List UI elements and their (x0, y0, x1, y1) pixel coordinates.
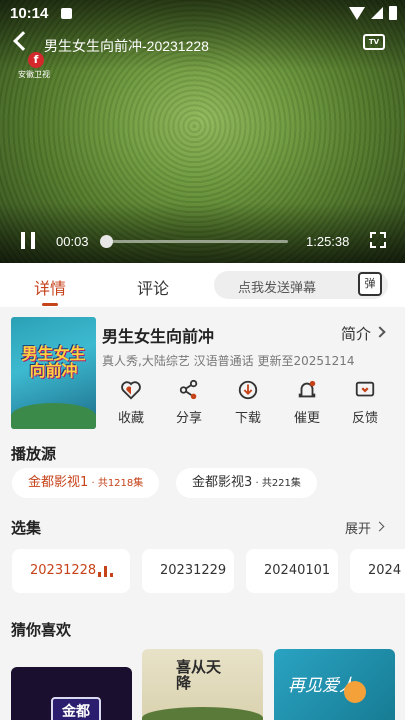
episodes-heading: 选集 (11, 519, 42, 537)
channel-logo-mark: f (28, 52, 44, 68)
source-option-2[interactable]: 金都影视3 · 共221集 (176, 468, 317, 498)
danmu-placeholder: 点我发送弹幕 (238, 281, 317, 296)
source-name: 金都影视1 (28, 475, 89, 490)
video-player[interactable]: 10:14 男生女生向前冲-20231228 TV f 安徽卫视 00:03 1… (0, 0, 405, 263)
channel-logo-text: 安徽卫视 (18, 70, 50, 79)
tab-comments[interactable]: 评论 (137, 275, 169, 299)
episode-label: 2024 (368, 563, 402, 578)
seek-handle[interactable] (99, 235, 113, 248)
source-count: · 共221集 (252, 478, 301, 489)
share-icon (179, 379, 198, 400)
episode-item[interactable]: 2024 (350, 549, 405, 593)
poster-title: 男生女生向前冲 (21, 344, 86, 380)
feedback-label: 反馈 (351, 411, 378, 426)
share-button[interactable]: 分享 (164, 379, 214, 426)
episode-label: 20231229 (160, 563, 227, 578)
recommend-heading: 猜你喜欢 (11, 621, 72, 639)
recommend-card[interactable]: 喜从天降 (142, 649, 263, 720)
tab-bar: 详情 评论 点我发送弹幕 弹 (0, 263, 405, 307)
tab-indicator (42, 303, 58, 306)
danmu-input[interactable]: 点我发送弹幕 弹 (214, 271, 388, 299)
feedback-icon (355, 381, 375, 397)
bell-icon (298, 380, 316, 398)
detail-panel: 详情 评论 点我发送弹幕 弹 男生女生向前冲 男生女生向前冲 简介 真人秀,大陆… (0, 263, 405, 720)
tab-details[interactable]: 详情 (34, 275, 66, 299)
favorite-button[interactable]: 收藏 (106, 379, 156, 426)
episode-label: 20231228 (30, 563, 97, 578)
danmu-toggle-icon[interactable]: 弹 (358, 272, 382, 296)
playing-indicator-icon (98, 565, 114, 577)
favorite-label: 收藏 (117, 411, 144, 426)
battery-icon (389, 6, 397, 20)
notification-icon (61, 8, 72, 19)
feedback-button[interactable]: 反馈 (340, 379, 390, 426)
recommend-card[interactable]: 金都 (11, 667, 132, 720)
cast-tv-icon[interactable]: TV (363, 34, 385, 50)
app-screen: 10:14 男生女生向前冲-20231228 TV f 安徽卫视 00:03 1… (0, 0, 405, 720)
episode-label: 20240101 (264, 563, 331, 578)
show-title: 男生女生向前冲 (102, 327, 215, 346)
episode-item[interactable]: 20231229 (142, 549, 234, 593)
recommend-card-title: 金都 (51, 697, 101, 720)
player-top-bar: 男生女生向前冲-20231228 TV (0, 31, 405, 58)
status-bar: 10:14 (0, 0, 405, 28)
recommend-card-title: 喜从天降 (176, 658, 222, 692)
chevron-right-icon[interactable] (374, 521, 385, 532)
show-meta: 真人秀,大陆综艺 汉语普通话 更新至20251214 (102, 354, 355, 368)
source-count: · 共1218集 (88, 478, 144, 489)
wifi-icon (349, 6, 365, 20)
expand-episodes-link[interactable]: 展开 (345, 518, 371, 537)
share-label: 分享 (175, 411, 202, 426)
sources-heading: 播放源 (11, 445, 57, 463)
current-time: 00:03 (56, 234, 89, 249)
status-icons (349, 6, 397, 20)
poster-art (11, 403, 96, 429)
back-icon[interactable] (13, 31, 33, 51)
remind-update-label: 催更 (293, 411, 320, 426)
heart-icon (121, 381, 141, 400)
player-controls: 00:03 1:25:38 (0, 228, 405, 256)
seek-bar[interactable] (104, 240, 288, 243)
recommend-card-art (142, 707, 263, 720)
video-title: 男生女生向前冲-20231228 (44, 38, 209, 54)
episode-item[interactable]: 20240101 (246, 549, 338, 593)
status-time: 10:14 (10, 5, 49, 22)
show-poster[interactable]: 男生女生向前冲 (11, 317, 96, 429)
source-name: 金都影视3 (192, 475, 253, 490)
download-label: 下载 (234, 411, 261, 426)
recommend-card-art (344, 681, 366, 703)
remind-update-button[interactable]: 催更 (282, 379, 332, 426)
intro-link[interactable]: 简介 (341, 323, 371, 344)
chevron-right-icon[interactable] (374, 326, 386, 338)
episode-item[interactable]: 20231228 (12, 549, 130, 593)
download-button[interactable]: 下载 (223, 379, 273, 426)
fullscreen-icon[interactable] (370, 232, 386, 248)
source-option-1[interactable]: 金都影视1 · 共1218集 (12, 468, 160, 498)
signal-icon (371, 7, 383, 19)
duration: 1:25:38 (306, 234, 350, 249)
recommend-card[interactable]: 再见爱人 (274, 649, 395, 720)
pause-icon[interactable] (21, 232, 35, 249)
download-icon (238, 380, 258, 400)
channel-logo: f 安徽卫视 (18, 52, 58, 79)
